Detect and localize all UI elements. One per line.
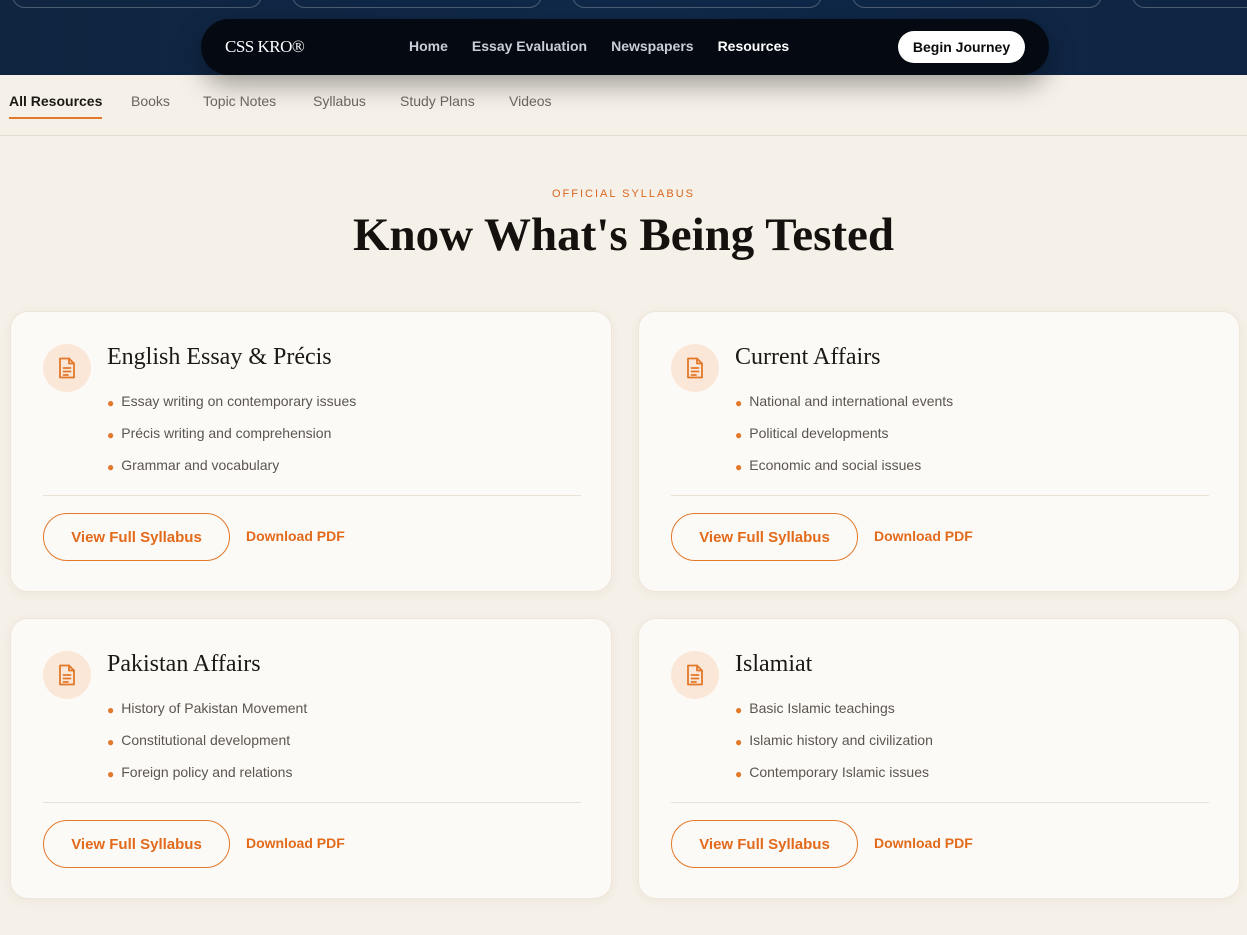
bullet-icon: ● (735, 703, 743, 717)
site-logo[interactable]: CSS KRO® (225, 37, 305, 57)
resource-tabs: All Resources Books Topic Notes Syllabus… (0, 75, 1247, 136)
list-item: ● Contemporary Islamic issues (735, 763, 933, 795)
background-pill (292, 0, 542, 8)
bullet-icon: ● (107, 735, 115, 749)
bullet-icon: ● (107, 703, 115, 717)
card-title: Current Affairs (735, 344, 881, 370)
tab-videos[interactable]: Videos (509, 93, 552, 117)
card-title: Islamiat (735, 651, 813, 677)
background-pill (12, 0, 262, 8)
divider (43, 802, 581, 803)
view-full-syllabus-button[interactable]: View Full Syllabus (43, 820, 230, 868)
nav-link-newspapers[interactable]: Newspapers (611, 38, 693, 54)
bullet-icon: ● (107, 396, 115, 410)
card-title: English Essay & Précis (107, 344, 332, 370)
document-icon (43, 344, 91, 392)
view-full-syllabus-button[interactable]: View Full Syllabus (43, 513, 230, 561)
document-icon (671, 344, 719, 392)
nav-links: Home Essay Evaluation Newspapers Resourc… (409, 38, 789, 54)
document-icon (43, 651, 91, 699)
bullet-icon: ● (735, 396, 743, 410)
nav-link-home[interactable]: Home (409, 38, 448, 54)
topic-list: ● History of Pakistan Movement ● Constitut… (107, 699, 307, 795)
download-pdf-link[interactable]: Download PDF (246, 528, 345, 544)
tab-all-resources[interactable]: All Resources (9, 93, 103, 119)
tab-study-plans[interactable]: Study Plans (400, 93, 475, 117)
document-icon (671, 651, 719, 699)
topic-list: ● National and international events ● Poli… (735, 392, 953, 488)
section-eyebrow: OFFICIAL SYLLABUS (551, 188, 696, 200)
syllabus-card: Pakistan Affairs ● History of Pakistan Mo… (10, 618, 612, 899)
view-full-syllabus-button[interactable]: View Full Syllabus (671, 513, 858, 561)
divider (43, 495, 581, 496)
syllabus-card: Islamiat ● Basic Islamic teachings ● Islam… (638, 618, 1240, 899)
view-full-syllabus-button[interactable]: View Full Syllabus (671, 820, 858, 868)
bullet-icon: ● (107, 428, 115, 442)
list-item: ● Economic and social issues (735, 456, 953, 488)
tab-syllabus[interactable]: Syllabus (313, 93, 366, 117)
background-pill (1132, 0, 1247, 8)
bullet-icon: ● (735, 460, 743, 474)
bullet-icon: ● (735, 735, 743, 749)
list-item: ● Constitutional development (107, 731, 307, 763)
list-item: ● History of Pakistan Movement (107, 699, 307, 731)
list-item: ● National and international events (735, 392, 953, 424)
list-item: ● Essay writing on contemporary issues (107, 392, 356, 424)
main-navbar: CSS KRO® Home Essay Evaluation Newspaper… (201, 19, 1049, 75)
tab-books[interactable]: Books (131, 93, 170, 117)
list-item: ● Political developments (735, 424, 953, 456)
download-pdf-link[interactable]: Download PDF (874, 528, 973, 544)
bullet-icon: ● (107, 767, 115, 781)
begin-journey-button[interactable]: Begin Journey (898, 31, 1025, 63)
download-pdf-link[interactable]: Download PDF (874, 835, 973, 851)
divider (671, 802, 1209, 803)
download-pdf-link[interactable]: Download PDF (246, 835, 345, 851)
topic-list: ● Basic Islamic teachings ● Islamic histor… (735, 699, 933, 795)
topic-list: ● Essay writing on contemporary issues ● P… (107, 392, 356, 488)
bullet-icon: ● (735, 428, 743, 442)
nav-link-essay-evaluation[interactable]: Essay Evaluation (472, 38, 587, 54)
nav-link-resources[interactable]: Resources (718, 38, 790, 54)
bullet-icon: ● (107, 460, 115, 474)
tab-topic-notes[interactable]: Topic Notes (203, 93, 276, 117)
divider (671, 495, 1209, 496)
section-title: Know What's Being Tested (352, 209, 895, 261)
syllabus-card: English Essay & Précis ● Essay writing on… (10, 311, 612, 592)
list-item: ● Islamic history and civilization (735, 731, 933, 763)
list-item: ● Foreign policy and relations (107, 763, 307, 795)
background-pill (572, 0, 822, 8)
list-item: ● Grammar and vocabulary (107, 456, 356, 488)
syllabus-card: Current Affairs ● National and internatio… (638, 311, 1240, 592)
list-item: ● Basic Islamic teachings (735, 699, 933, 731)
card-title: Pakistan Affairs (107, 651, 261, 677)
list-item: ● Précis writing and comprehension (107, 424, 356, 456)
bullet-icon: ● (735, 767, 743, 781)
background-pill (852, 0, 1102, 8)
